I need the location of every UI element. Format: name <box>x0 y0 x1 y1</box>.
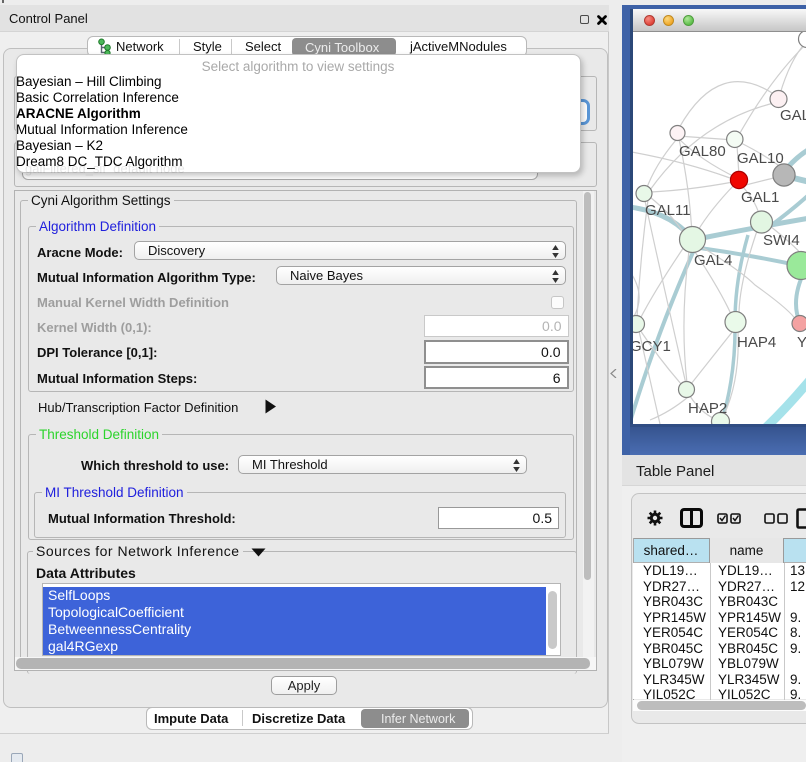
svg-text:GAL1: GAL1 <box>741 189 779 206</box>
svg-text:GAL80: GAL80 <box>679 143 726 160</box>
svg-text:GCY1: GCY1 <box>633 338 671 355</box>
svg-text:Y: Y <box>797 334 806 351</box>
svg-text:GAL10: GAL10 <box>737 150 784 167</box>
svg-text:HAP2: HAP2 <box>688 400 727 417</box>
svg-text:SWI4: SWI4 <box>763 232 800 249</box>
svg-text:GAL11: GAL11 <box>645 202 691 219</box>
svg-text:HAP4: HAP4 <box>737 334 776 351</box>
svg-text:GAL4: GAL4 <box>694 252 732 269</box>
svg-text:GAL: GAL <box>780 107 806 124</box>
